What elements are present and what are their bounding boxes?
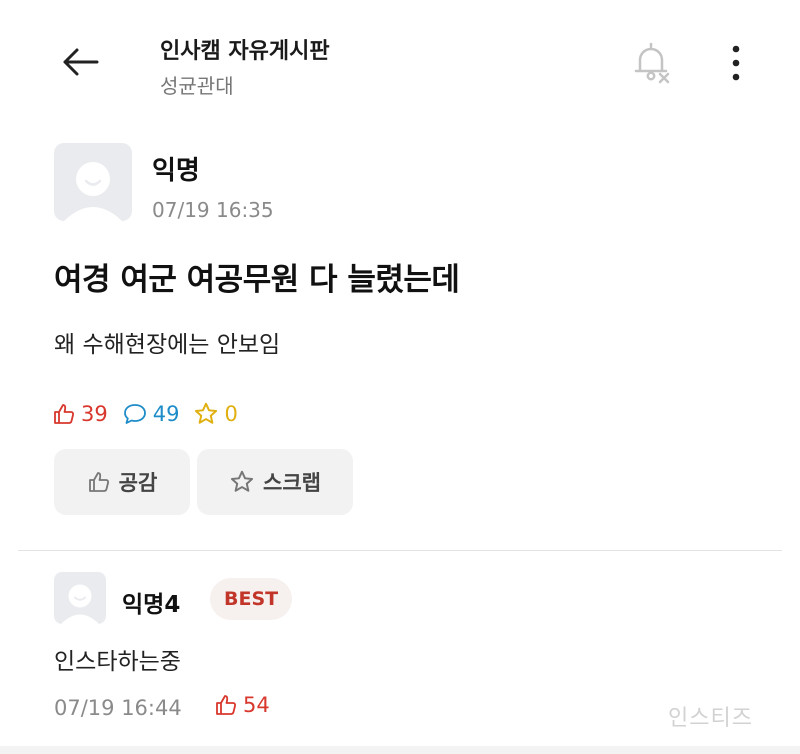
- like-button-label: 공감: [118, 471, 158, 495]
- like-count-value: 39: [81, 402, 108, 426]
- scrap-count-value: 0: [224, 402, 238, 426]
- watermark: 인스티즈: [668, 706, 753, 731]
- like-button[interactable]: 공감: [54, 449, 190, 515]
- divider: [18, 550, 782, 551]
- scrap-button[interactable]: 스크랩: [197, 449, 353, 515]
- post-body: 왜 수해현장에는 안보임: [54, 332, 281, 358]
- app-header: 인사캠 자유게시판 성균관대: [0, 0, 800, 120]
- bell-off-icon: [634, 42, 670, 84]
- comment-like-button[interactable]: 54: [214, 693, 270, 717]
- thumbs-up-icon: [88, 472, 109, 492]
- comment-author: 익명4: [122, 592, 181, 618]
- more-vertical-icon: [732, 45, 740, 81]
- best-badge: BEST: [210, 578, 293, 620]
- avatar: [54, 143, 132, 221]
- board-subtitle: 성균관대: [160, 74, 234, 98]
- thumbs-up-icon: [54, 404, 74, 424]
- post-timestamp: 07/19 16:35: [152, 198, 274, 222]
- comment-avatar: [54, 572, 106, 624]
- comment-count: 49: [122, 402, 180, 426]
- comment-timestamp: 07/19 16:44: [54, 696, 182, 720]
- back-button[interactable]: [56, 40, 104, 84]
- star-icon: [195, 402, 218, 424]
- thumbs-up-icon: [216, 695, 236, 715]
- comment-body: 인스타하는중: [54, 649, 181, 675]
- bottom-bar: [0, 746, 800, 754]
- post-title: 여경 여군 여공무원 다 늘렸는데: [54, 262, 460, 298]
- star-icon: [230, 470, 254, 492]
- post-stats: 39 49 0: [52, 398, 252, 430]
- speech-bubble-icon: [123, 404, 146, 424]
- default-profile-icon: [64, 162, 122, 221]
- scrap-button-label: 스크랩: [263, 471, 321, 495]
- board-title: 인사캠 자유게시판: [160, 39, 330, 64]
- comment-count-value: 49: [152, 402, 180, 426]
- post-author: 익명: [152, 156, 200, 186]
- like-count: 39: [52, 402, 108, 426]
- comment-like-count: 54: [243, 693, 270, 717]
- default-profile-icon: [61, 584, 99, 624]
- scrap-count: 0: [193, 401, 238, 427]
- notification-toggle-button[interactable]: [628, 40, 676, 86]
- more-options-button[interactable]: [716, 40, 756, 86]
- arrow-left-icon: [63, 48, 99, 76]
